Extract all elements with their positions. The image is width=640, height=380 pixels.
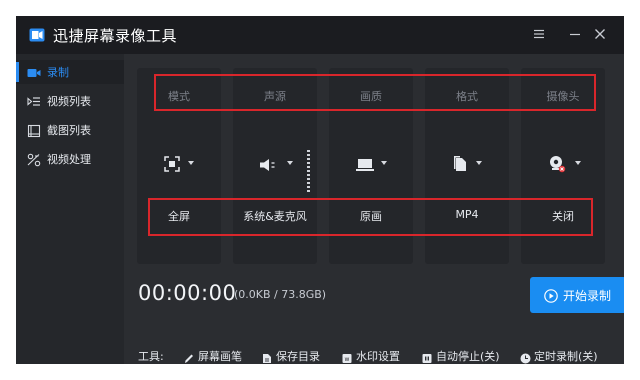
- video-edit-icon: [27, 152, 41, 167]
- sidebar: 录制 视频列表 截图列表 视频处理: [16, 54, 124, 364]
- app-title: 迅捷屏幕录像工具: [53, 27, 178, 45]
- chevron-down-icon: [188, 161, 194, 165]
- file-size-readout: (0.0KB / 73.8GB): [234, 288, 327, 301]
- chevron-down-icon: [476, 161, 482, 165]
- tool-label: 屏幕画笔: [198, 350, 242, 363]
- watermark-icon: w: [342, 349, 352, 363]
- tools-label: 工具:: [138, 350, 164, 363]
- sidebar-item-record[interactable]: 录制: [16, 60, 124, 84]
- svg-text:w: w: [345, 356, 350, 363]
- format-dropdown[interactable]: [425, 146, 509, 182]
- tool-label: 保存目录: [276, 350, 320, 363]
- minimize-icon: [570, 33, 580, 36]
- webcam-off-icon: [548, 155, 566, 177]
- clock-icon: [520, 349, 531, 364]
- sidebar-item-label: 视频列表: [47, 95, 91, 108]
- video-list-icon: [27, 94, 41, 108]
- value-highlight-box: [148, 198, 593, 236]
- menu-icon: [534, 29, 544, 39]
- mode-dropdown[interactable]: [137, 146, 221, 182]
- play-circle-icon: [544, 288, 558, 303]
- title-bar: 迅捷屏幕录像工具: [16, 16, 624, 54]
- sidebar-item-screenshot-list[interactable]: 截图列表: [16, 118, 124, 142]
- chevron-down-icon: [381, 161, 387, 165]
- sidebar-item-video-list[interactable]: 视频列表: [16, 89, 124, 113]
- fullscreen-icon: [164, 156, 180, 176]
- speaker-icon: [259, 157, 279, 176]
- tool-label: 定时录制(关): [534, 350, 598, 363]
- monitor-icon: [356, 157, 374, 176]
- audio-source-dropdown[interactable]: [233, 146, 317, 182]
- close-icon: [595, 29, 605, 39]
- start-recording-label: 开始录制: [563, 289, 612, 303]
- sidebar-item-label: 视频处理: [47, 153, 91, 166]
- sidebar-item-video-edit[interactable]: 视频处理: [16, 147, 124, 171]
- header-highlight-box: [154, 74, 596, 111]
- start-recording-button[interactable]: 开始录制: [530, 277, 624, 313]
- app-logo-icon: [29, 27, 45, 42]
- tools-bar: 工具: 屏幕画笔 保存目录 w 水印设置 自动停止(关) 定时录制(关): [124, 346, 624, 364]
- sidebar-item-label: 录制: [47, 66, 69, 79]
- app-window: 迅捷屏幕录像工具 录制 视频列表 截图列表 视频处理 模式 全屏 声源 系统&麦…: [16, 16, 624, 364]
- chevron-down-icon: [575, 161, 581, 165]
- pen-icon: [184, 349, 194, 363]
- quality-dropdown[interactable]: [329, 146, 413, 182]
- chevron-down-icon: [287, 161, 293, 165]
- record-panel: 模式 全屏 声源 系统&麦克风 画质 原画 格式 MP4 摄像头 关闭 00:0…: [124, 54, 624, 364]
- screenshot-list-icon: [27, 123, 41, 138]
- video-camera-icon: [27, 65, 41, 79]
- tool-label: 水印设置: [356, 350, 400, 363]
- sidebar-item-label: 截图列表: [47, 124, 91, 137]
- folder-file-icon: [262, 349, 272, 363]
- minimize-button[interactable]: [565, 25, 585, 45]
- file-format-icon: [453, 155, 469, 176]
- recording-timer: 00:00:00: [138, 281, 237, 305]
- tool-label: 自动停止(关): [436, 350, 500, 363]
- webcam-dropdown[interactable]: [521, 146, 605, 182]
- auto-stop-icon: [422, 349, 432, 363]
- menu-button[interactable]: [529, 25, 549, 45]
- close-button[interactable]: [590, 25, 610, 45]
- volume-level-meter: [307, 150, 310, 194]
